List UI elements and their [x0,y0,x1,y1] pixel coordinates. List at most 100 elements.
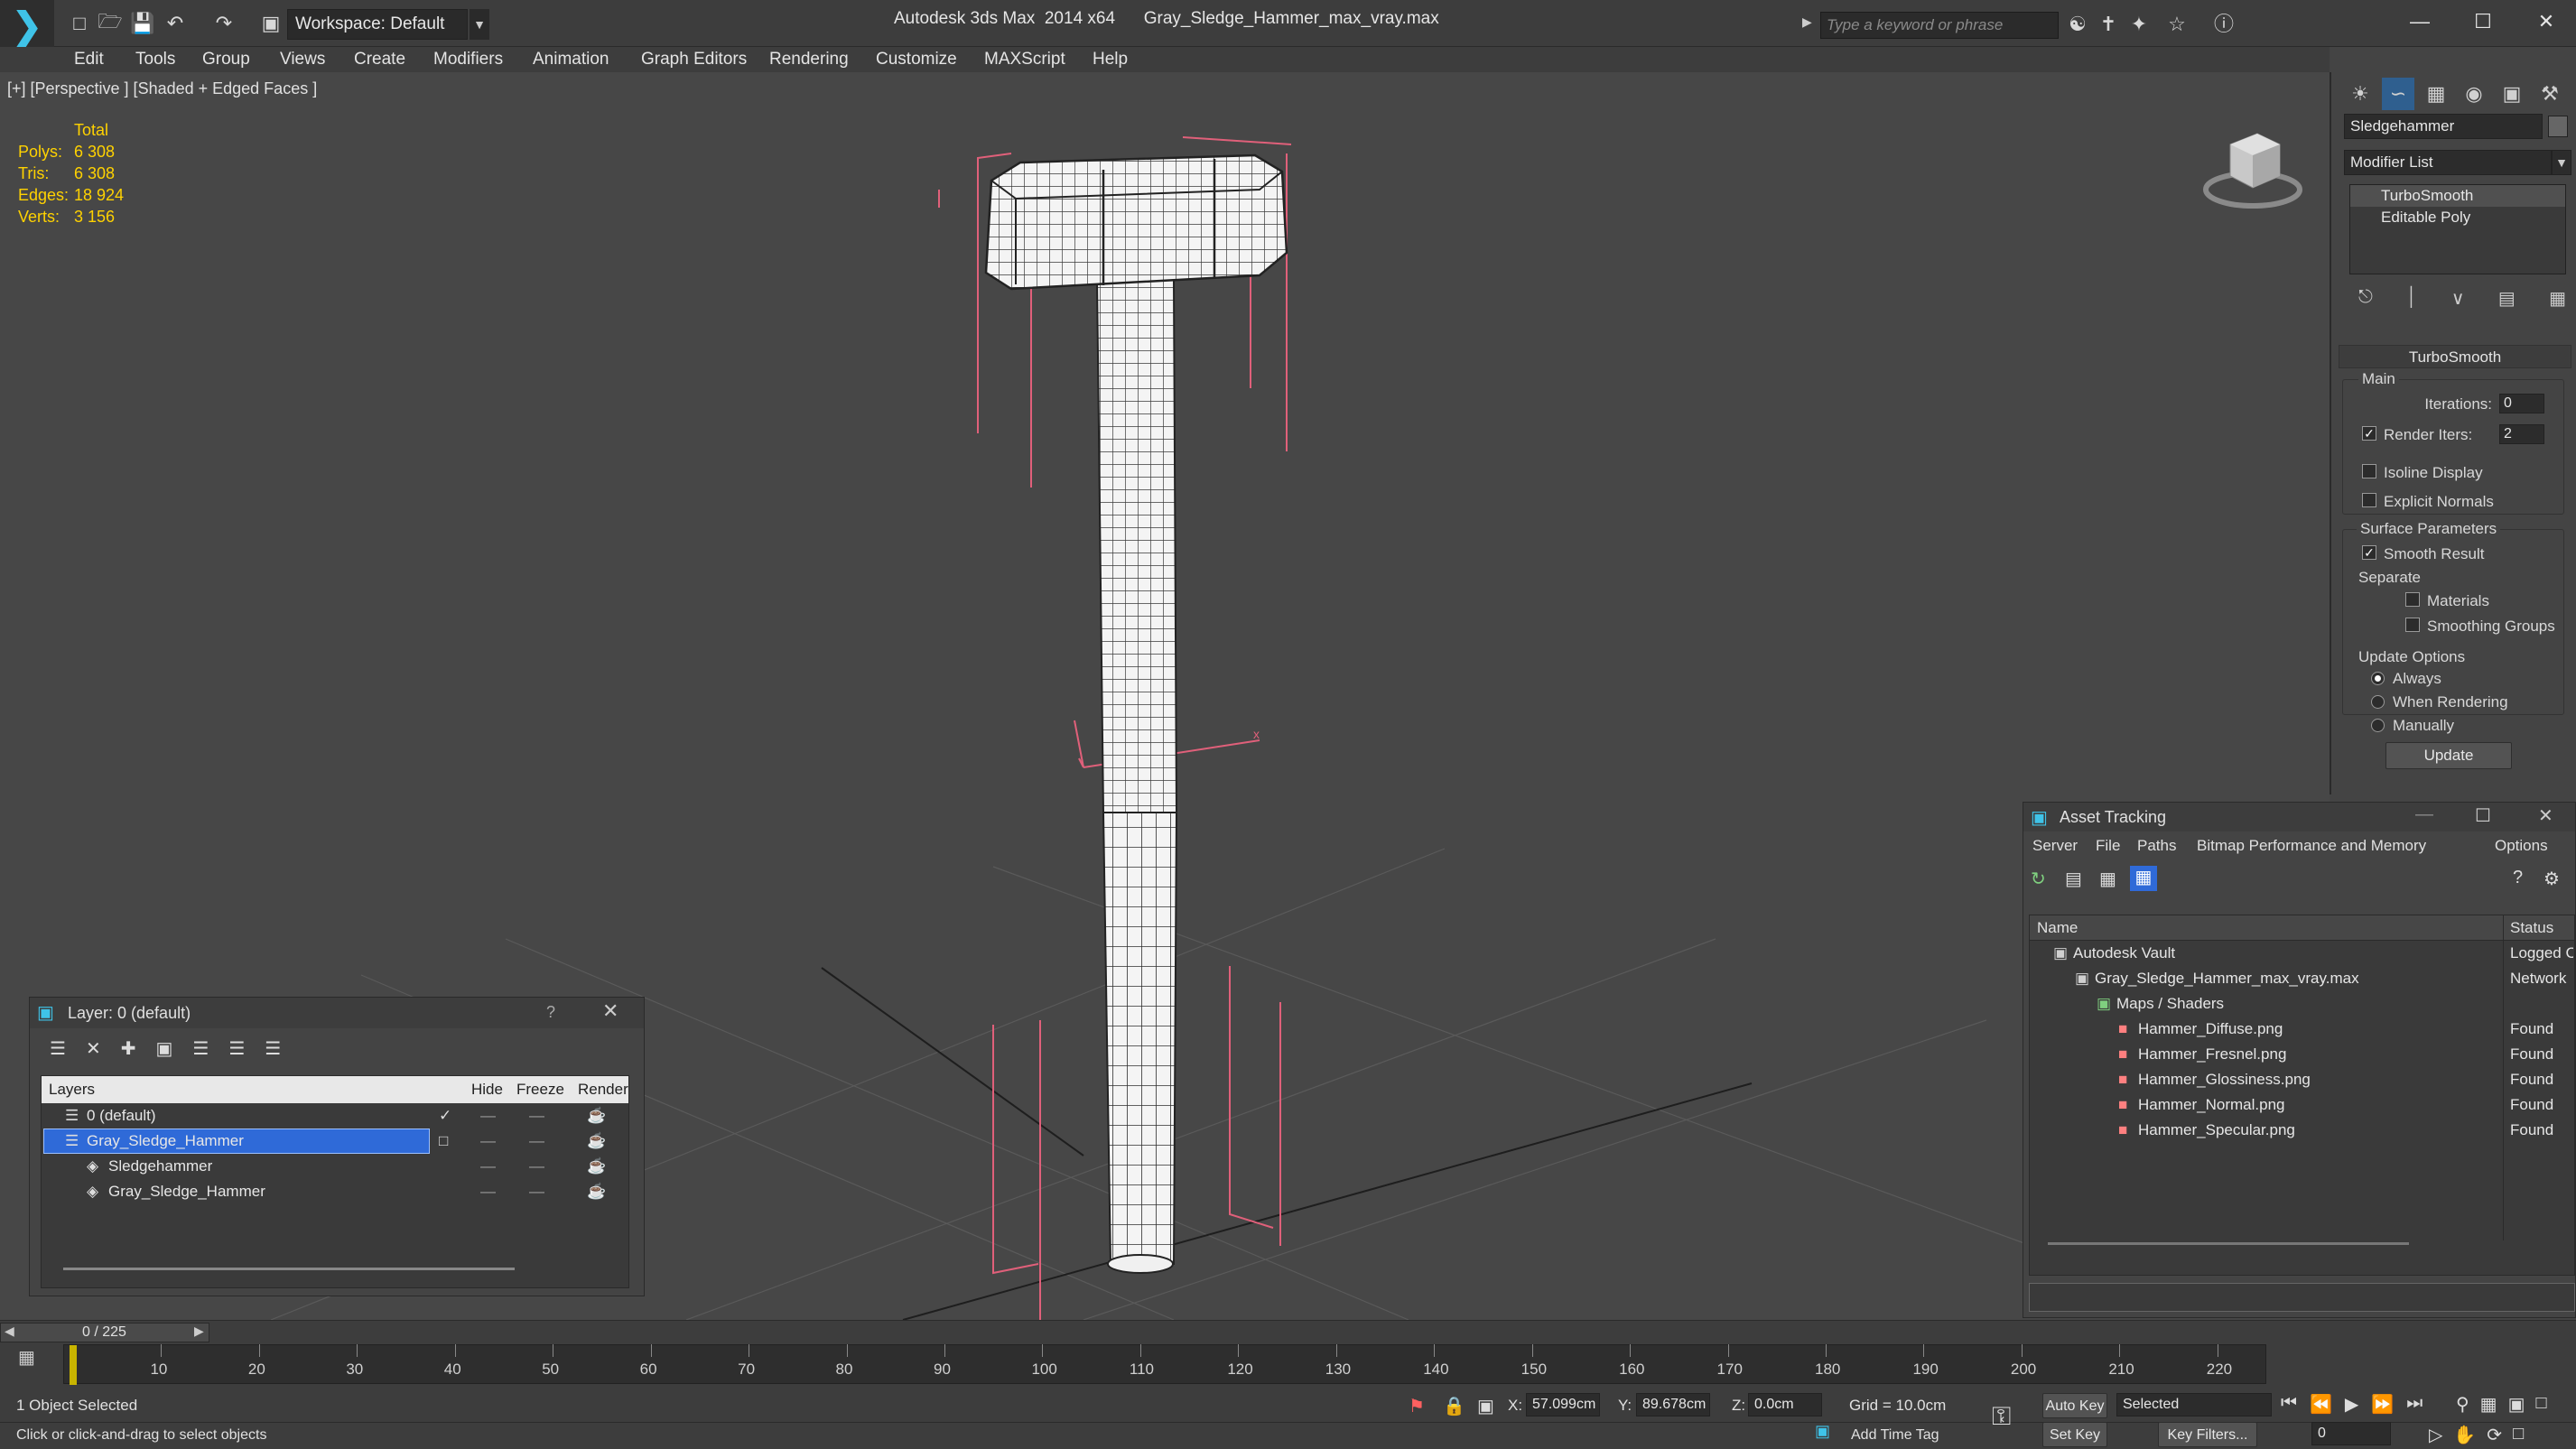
z-coordinate-field[interactable]: 0.0cm [1748,1393,1822,1416]
close-icon[interactable]: ✕ [2519,4,2573,40]
open-file-icon[interactable]: 🗁 [94,7,126,40]
col-name-header[interactable]: Name [2037,919,2078,937]
zoom-extents-icon[interactable]: ▣ [2508,1393,2525,1416]
render-teapot-icon[interactable]: ☕ [587,1129,606,1154]
layer-help-button[interactable]: ? [546,1003,555,1022]
isolate-selection-icon[interactable]: ⚑ [1409,1395,1425,1417]
hide-toggle-icon[interactable]: — [480,1103,496,1129]
col-layers-header[interactable]: Layers [49,1081,95,1099]
add-to-layer-icon[interactable]: ✚ [121,1037,136,1060]
render-teapot-icon[interactable]: ☕ [587,1179,606,1204]
smooth-result-checkbox[interactable]: ✓ [2362,545,2376,560]
orbit-icon[interactable]: ⟳ [2487,1424,2502,1446]
exchange-icon[interactable]: ✦ [2125,11,2153,38]
chevron-right-icon[interactable]: ▶ [194,1324,204,1339]
chevron-down-icon[interactable]: ▼ [2552,150,2571,175]
y-coordinate-field[interactable]: 89.678cm [1636,1393,1710,1416]
redo-icon[interactable]: ↷ [208,7,240,40]
asset-menu-server[interactable]: Server [2032,837,2078,855]
refresh-icon[interactable]: ↻ [2031,868,2046,890]
render-teapot-icon[interactable]: ☕ [587,1154,606,1179]
turbosmooth-rollout-header[interactable]: TurboSmooth [2339,345,2571,368]
asset-menu-bitmap-performance[interactable]: Bitmap Performance and Memory [2197,837,2426,855]
menu-modifiers[interactable]: Modifiers [433,47,503,72]
go-to-start-icon[interactable]: ⏮ [2281,1393,2297,1416]
hide-toggle-icon[interactable]: — [480,1129,496,1154]
freeze-toggle-icon[interactable]: — [529,1129,544,1154]
select-objects-icon[interactable]: ▣ [155,1037,172,1060]
layer-row[interactable]: ☰ 0 (default) ✓ — — ☕ [42,1103,628,1129]
next-frame-icon[interactable]: ⏩ [2371,1393,2394,1416]
set-key-button[interactable]: Set Key [2042,1422,2107,1447]
modifier-list-dropdown[interactable]: Modifier List [2344,150,2552,175]
asset-menu-file[interactable]: File [2096,837,2120,855]
highlight-layer-icon[interactable]: ☰ [192,1037,209,1060]
workspace-dropdown[interactable]: Workspace: Default [287,9,468,40]
field-of-view-icon[interactable]: ▷ [2429,1424,2442,1446]
key-filters-button[interactable]: Key Filters... [2158,1422,2257,1447]
hide-all-layers-icon[interactable]: ☰ [228,1037,245,1060]
smoothing-groups-checkbox[interactable] [2405,618,2420,632]
minimize-icon[interactable]: — [2393,4,2447,40]
horizontal-scrollbar[interactable] [2048,1242,2409,1245]
object-color-swatch[interactable] [2548,116,2568,137]
asset-path-field[interactable] [2029,1283,2575,1312]
freeze-toggle-icon[interactable]: — [529,1103,544,1129]
add-time-tag[interactable]: Add Time Tag [1851,1427,1939,1444]
minimize-icon[interactable]: — [2415,804,2433,825]
table-row[interactable]: ■ Hammer_Fresnel.png Found [2030,1042,2574,1067]
explicit-normals-checkbox[interactable] [2362,493,2376,507]
menu-group[interactable]: Group [202,47,250,72]
horizontal-scrollbar[interactable] [63,1268,515,1270]
menu-graph-editors[interactable]: Graph Editors [641,47,747,72]
menu-animation[interactable]: Animation [533,47,609,72]
col-hide-header[interactable]: Hide [471,1081,503,1099]
menu-create[interactable]: Create [354,47,405,72]
configure-sets-icon[interactable]: ▦ [2549,287,2566,309]
project-folder-icon[interactable]: ▣ [255,7,287,40]
help-icon[interactable]: ⓘ [2210,11,2237,38]
asset-menu-options[interactable]: Options [2495,837,2548,855]
create-layer-icon[interactable]: ☰ [50,1037,66,1060]
absolute-mode-icon[interactable]: ▣ [1477,1395,1494,1417]
asset-menu-paths[interactable]: Paths [2137,837,2176,855]
chevron-left-icon[interactable]: ◀ [5,1324,14,1339]
search-input[interactable]: Type a keyword or phrase [1820,12,2059,39]
stack-item-editable-poly[interactable]: Editable Poly [2350,207,2565,228]
utilities-tab-icon[interactable]: ⚒ [2534,78,2566,110]
menu-edit[interactable]: Edit [74,47,104,72]
active-layer-check-icon[interactable]: ✓ [439,1103,451,1129]
maximize-icon[interactable]: ☐ [2475,804,2491,827]
viewcube-icon[interactable] [2194,117,2311,217]
layer-row[interactable]: ☰ Gray_Sledge_Hammer □ — — ☕ [42,1129,628,1154]
table-view-icon[interactable]: ▦ [2130,866,2157,891]
stack-item-turbosmooth[interactable]: TurboSmooth [2350,185,2565,207]
maximize-toggle-icon[interactable]: □ [2513,1424,2524,1446]
create-tab-icon[interactable]: ☀ [2344,78,2376,110]
set-current-layer-icon[interactable]: □ [439,1129,448,1154]
table-row[interactable]: ■ Hammer_Diffuse.png Found [2030,1017,2574,1042]
menu-maxscript[interactable]: MAXScript [984,47,1065,72]
zoom-icon[interactable]: ⚲ [2456,1393,2469,1416]
iterations-spinner[interactable]: 0 [2499,394,2544,413]
render-iters-spinner[interactable]: 2 [2499,424,2544,444]
show-end-result-icon[interactable]: │ [2406,287,2418,309]
mini-curve-editor-icon[interactable]: ▦ [18,1346,35,1369]
pin-stack-icon[interactable]: ⎋ [2358,287,2373,309]
menu-views[interactable]: Views [280,47,325,72]
col-freeze-header[interactable]: Freeze [516,1081,564,1099]
list-view-icon[interactable]: ▤ [2065,868,2082,890]
make-unique-icon[interactable]: ∨ [2451,287,2465,309]
new-file-icon[interactable]: □ [63,7,96,40]
lock-selection-icon[interactable]: 🔒 [1443,1395,1465,1417]
layer-row[interactable]: ◈ Sledgehammer — — ☕ [42,1154,628,1179]
time-tag-icon[interactable]: ▣ [1815,1422,1830,1441]
binoculars-icon[interactable]: ☯ [2064,11,2091,38]
freeze-all-layers-icon[interactable]: ☰ [265,1037,281,1060]
col-status-header[interactable]: Status [2510,919,2553,937]
menu-tools[interactable]: Tools [135,47,175,72]
chevron-down-icon[interactable]: ▼ [470,9,489,40]
always-radio[interactable] [2371,672,2385,685]
layer-row[interactable]: ◈ Gray_Sledge_Hammer — — ☕ [42,1179,628,1204]
hide-toggle-icon[interactable]: — [480,1179,496,1204]
